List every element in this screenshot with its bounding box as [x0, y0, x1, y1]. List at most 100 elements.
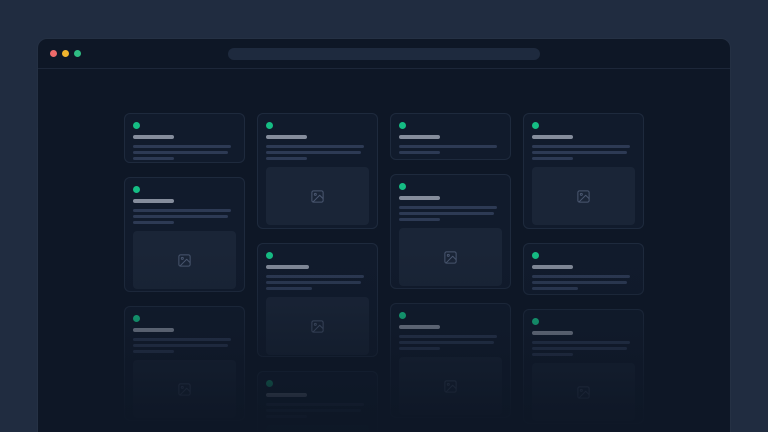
status-dot-icon: [266, 380, 273, 387]
skeleton-lines: [133, 338, 236, 356]
skeleton-line: [266, 145, 364, 148]
image-placeholder: [266, 167, 369, 225]
skeleton-line: [399, 151, 440, 154]
status-dot-icon: [532, 318, 539, 325]
image-placeholder: [399, 228, 502, 286]
skeleton-line: [399, 341, 494, 344]
image-placeholder: [133, 360, 236, 418]
image-icon: [443, 379, 458, 394]
skeleton-line: [399, 206, 497, 209]
card[interactable]: [523, 243, 644, 295]
skeleton-line: [266, 415, 307, 418]
skeleton-line: [532, 353, 573, 356]
card[interactable]: [390, 303, 511, 418]
traffic-lights: [50, 50, 81, 57]
image-icon: [576, 385, 591, 400]
image-placeholder: [532, 363, 635, 421]
skeleton-title: [266, 135, 307, 139]
skeleton-lines: [266, 403, 369, 421]
skeleton-line: [266, 409, 361, 412]
skeleton-title: [266, 393, 307, 397]
card[interactable]: [390, 113, 511, 160]
traffic-light-close-button[interactable]: [50, 50, 57, 57]
skeleton-title: [399, 196, 440, 200]
skeleton-line: [133, 338, 231, 341]
skeleton-line: [133, 209, 231, 212]
skeleton-title: [532, 331, 573, 335]
page-background: { "window": { "traffic_lights": [ { "nam…: [0, 0, 768, 432]
image-icon: [310, 189, 325, 204]
feed-column: [390, 113, 511, 432]
card[interactable]: [257, 371, 378, 432]
skeleton-line: [266, 275, 364, 278]
image-placeholder: [266, 425, 369, 432]
status-dot-icon: [399, 122, 406, 129]
card[interactable]: [124, 306, 245, 421]
skeleton-title: [133, 199, 174, 203]
skeleton-title: [532, 265, 573, 269]
skeleton-line: [266, 287, 312, 290]
status-dot-icon: [133, 186, 140, 193]
card[interactable]: [124, 113, 245, 163]
card[interactable]: [523, 113, 644, 229]
traffic-light-maximize-button[interactable]: [74, 50, 81, 57]
skeleton-line: [532, 341, 630, 344]
skeleton-line: [399, 145, 497, 148]
card[interactable]: [257, 243, 378, 357]
skeleton-lines: [532, 341, 635, 359]
skeleton-line: [133, 151, 228, 154]
status-dot-icon: [532, 252, 539, 259]
card[interactable]: [390, 174, 511, 289]
status-dot-icon: [266, 122, 273, 129]
skeleton-title: [532, 135, 573, 139]
skeleton-lines: [133, 145, 236, 163]
status-dot-icon: [532, 122, 539, 129]
skeleton-line: [532, 287, 578, 290]
card[interactable]: [124, 177, 245, 292]
skeleton-lines: [133, 209, 236, 227]
image-placeholder: [133, 231, 236, 289]
masonry-grid: [38, 69, 730, 432]
image-placeholder: [532, 167, 635, 225]
status-dot-icon: [266, 252, 273, 259]
browser-window: [37, 38, 731, 432]
skeleton-title: [133, 135, 174, 139]
skeleton-line: [133, 221, 174, 224]
skeleton-line: [532, 145, 630, 148]
image-icon: [443, 250, 458, 265]
skeleton-line: [266, 403, 364, 406]
url-bar[interactable]: [228, 48, 540, 60]
skeleton-lines: [266, 145, 369, 163]
image-icon: [310, 319, 325, 334]
titlebar: [38, 39, 730, 69]
status-dot-icon: [399, 312, 406, 319]
skeleton-lines: [532, 145, 635, 163]
card[interactable]: [523, 309, 644, 424]
skeleton-line: [532, 151, 627, 154]
skeleton-lines: [399, 145, 502, 157]
skeleton-lines: [399, 206, 502, 224]
skeleton-title: [399, 325, 440, 329]
status-dot-icon: [399, 183, 406, 190]
image-icon: [177, 382, 192, 397]
skeleton-line: [133, 350, 174, 353]
skeleton-line: [133, 145, 231, 148]
skeleton-line: [399, 335, 497, 338]
skeleton-line: [399, 347, 440, 350]
skeleton-lines: [532, 275, 635, 293]
skeleton-line: [133, 344, 228, 347]
card[interactable]: [257, 113, 378, 229]
skeleton-line: [266, 281, 361, 284]
feed-column: [124, 113, 245, 432]
skeleton-title: [399, 135, 440, 139]
traffic-light-minimize-button[interactable]: [62, 50, 69, 57]
skeleton-lines: [266, 275, 369, 293]
skeleton-line: [532, 275, 630, 278]
skeleton-line: [532, 281, 627, 284]
skeleton-line: [399, 212, 494, 215]
image-placeholder: [266, 297, 369, 355]
status-dot-icon: [133, 315, 140, 322]
skeleton-line: [399, 218, 440, 221]
skeleton-title: [133, 328, 174, 332]
image-icon: [177, 253, 192, 268]
